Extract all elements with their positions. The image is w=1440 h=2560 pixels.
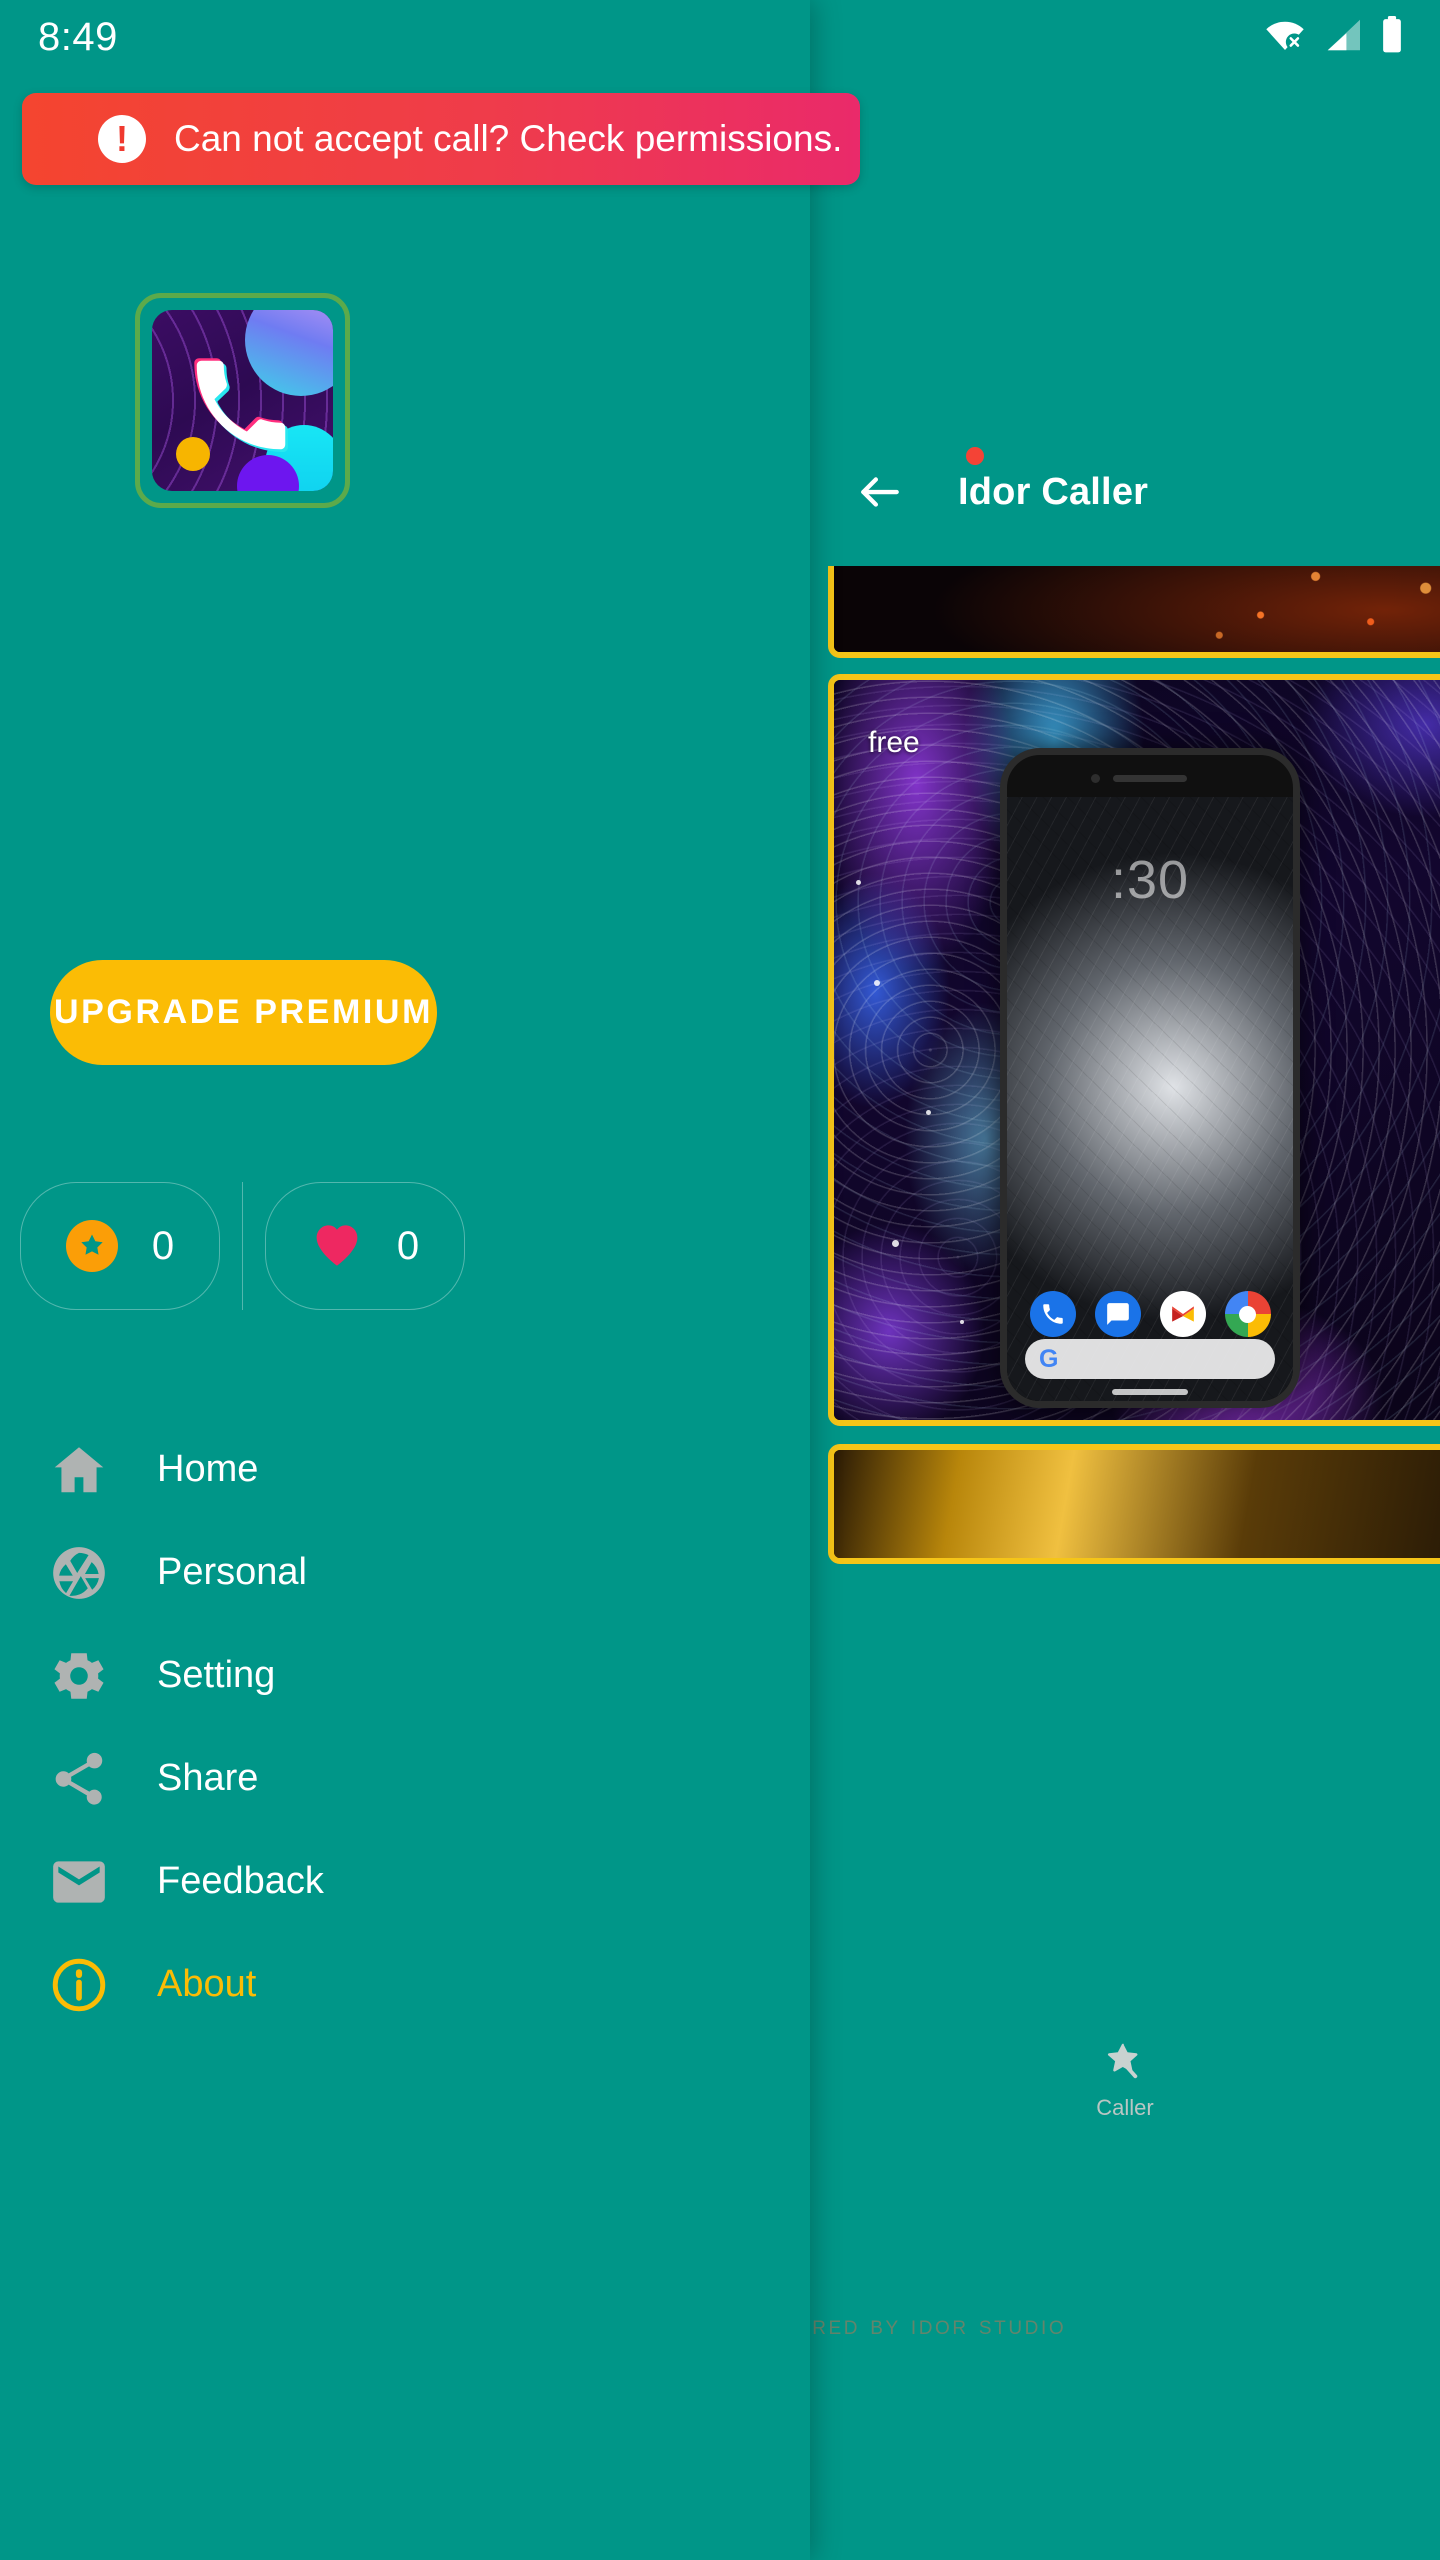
speck [926,1110,931,1115]
status-bar: 8:49 [0,0,1440,74]
upgrade-premium-button[interactable]: UPGRADE PREMIUM [50,960,437,1065]
speck [874,980,880,986]
sidebar-item-label: Share [157,1757,259,1799]
free-badge: free [868,726,920,759]
sidebar-item-about[interactable]: About [0,1933,810,2036]
gear-icon [48,1645,114,1707]
google-g-glyph: G [1039,1344,1059,1373]
sidebar-item-label: Home [157,1448,259,1490]
speck [960,1320,964,1324]
sidebar-item-label: Personal [157,1551,307,1593]
navigation-drawer: UPGRADE PREMIUM 0 0 Home Personal Settin… [0,0,810,2560]
warning-banner-text: Can not accept call? Check permissions. [174,118,843,159]
content-panel: free :30 G Idor Caller Caller [810,418,1440,2148]
sidebar-item-setting[interactable]: Setting [0,1624,810,1727]
home-indicator [1112,1389,1188,1395]
card-artwork-gold [834,1450,1440,1558]
back-arrow-icon[interactable] [855,467,905,517]
mock-dock [1007,1291,1293,1337]
phone-mockup: :30 G [1000,748,1300,1408]
cellular-signal-icon [1324,18,1362,57]
wallpaper-card-middle[interactable]: free :30 G [828,674,1440,1426]
sidebar-item-home[interactable]: Home [0,1418,810,1521]
card-artwork-embers [834,566,1440,652]
star-count-value: 0 [151,1223,175,1268]
stats-row: 0 0 [20,1182,490,1310]
phone-handset-icon [182,346,300,469]
app-icon-frame[interactable] [135,293,350,508]
sidebar-item-personal[interactable]: Personal [0,1521,810,1624]
share-icon [48,1748,114,1810]
heart-count-pill[interactable]: 0 [265,1182,465,1310]
wallpaper-card-list[interactable]: free :30 G [810,566,1440,1656]
magic-star-icon[interactable] [1103,2040,1147,2089]
sidebar-item-feedback[interactable]: Feedback [0,1830,810,1933]
gmail-icon [1159,1291,1206,1337]
wallpaper-card-bottom[interactable] [828,1444,1440,1564]
content-bottom-nav[interactable]: Caller [810,2013,1440,2148]
sidebar-item-label: Setting [157,1654,276,1696]
wallpaper-card-top[interactable] [828,566,1440,658]
star-count-pill[interactable]: 0 [20,1182,220,1310]
chrome-icon [1224,1291,1271,1337]
home-icon [48,1439,114,1501]
drawer-nav-list: Home Personal Setting Share Feedback Abo… [0,1418,810,2036]
sidebar-item-label: About [157,1963,257,2005]
status-icon-group [1264,15,1404,59]
exclamation-circle-icon: ! [98,115,146,163]
sidebar-item-share[interactable]: Share [0,1727,810,1830]
info-circle-icon [48,1954,114,2016]
battery-full-icon [1380,15,1404,59]
star-icon [65,1220,118,1272]
content-header: Idor Caller [810,418,1440,566]
mock-clock: :30 [1110,850,1190,910]
heart-count-value: 0 [396,1223,420,1268]
idor-caller-app-icon [152,310,333,491]
status-clock: 8:49 [38,14,118,59]
content-title-wrap: Idor Caller [958,446,1149,514]
phone-icon [1029,1291,1076,1337]
notification-dot [966,446,984,465]
earpiece-speaker [1113,775,1187,782]
messages-icon [1094,1291,1141,1337]
wifi-off-icon [1264,18,1306,57]
sidebar-item-label: Feedback [157,1860,324,1902]
mock-screen: :30 G [1007,797,1293,1401]
bottom-nav-label: Caller [1096,2095,1154,2120]
front-camera-dot [1091,774,1100,783]
heart-icon [311,1220,363,1273]
mock-search-bar: G [1025,1339,1275,1379]
content-title: Idor Caller [958,470,1149,513]
permission-warning-banner[interactable]: ! Can not accept call? Check permissions… [22,93,860,185]
aperture-icon [48,1542,114,1604]
envelope-icon [48,1851,114,1913]
stats-divider [242,1182,243,1310]
speck [892,1240,899,1247]
speck [856,880,861,885]
